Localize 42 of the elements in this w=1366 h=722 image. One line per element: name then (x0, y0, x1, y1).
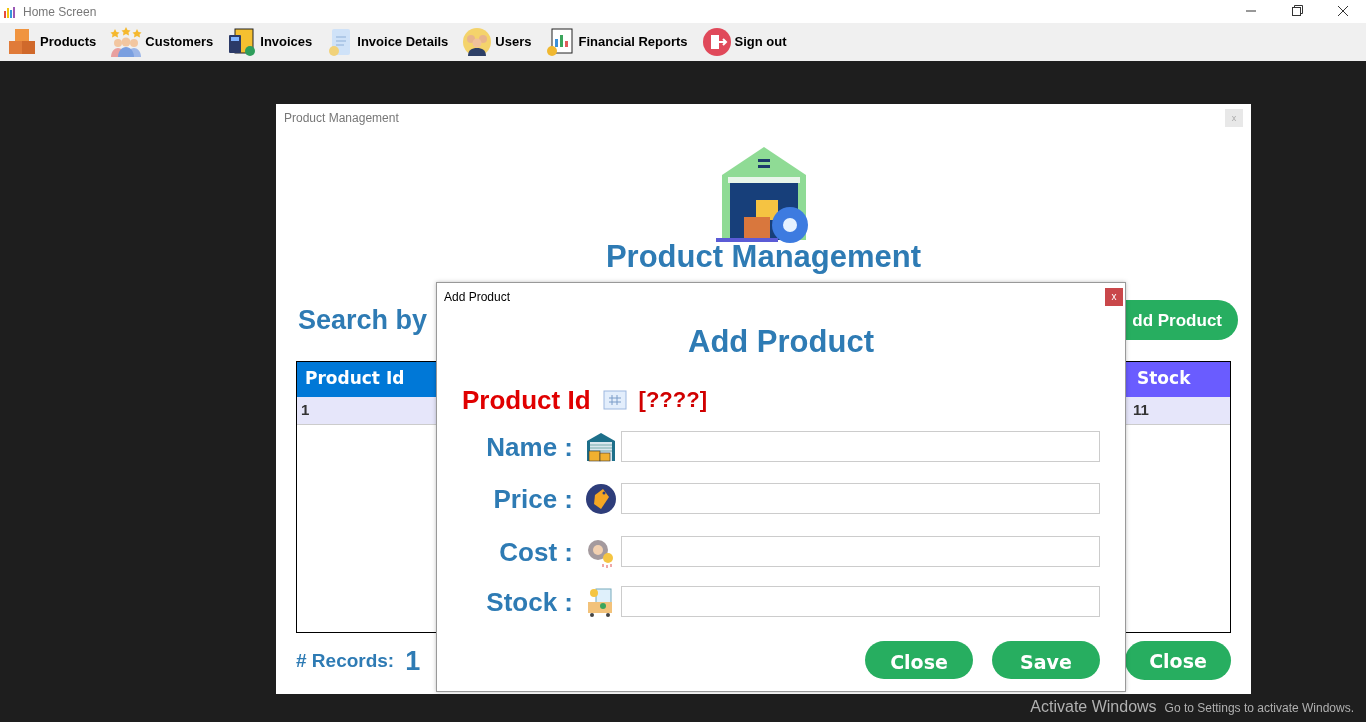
input-field[interactable] (621, 586, 1100, 617)
menu-item[interactable]: Sign out (701, 27, 787, 57)
column-header[interactable]: Product Id (297, 361, 437, 397)
dialog-heading: Add Product (688, 326, 874, 357)
input-field[interactable] (621, 431, 1100, 462)
app-icon (3, 4, 17, 19)
menu-item[interactable]: Financial Reports (545, 27, 688, 57)
activation-notice-title: Activate Windows (1030, 699, 1157, 715)
exit-button[interactable]: x (1105, 288, 1123, 306)
product-id-label: Product Id (462, 387, 591, 413)
menu-item[interactable]: Invoice Details (326, 27, 449, 57)
hash-icon (602, 390, 627, 410)
menu-item[interactable]: Invoices (227, 27, 313, 57)
dialog-title: Add Product (444, 289, 511, 306)
activation-notice-text: Go to Settings to activate Windows. (1164, 702, 1354, 714)
boxes-icon (7, 27, 37, 57)
storehouse-icon (585, 430, 617, 463)
search-label: Search by (298, 304, 428, 337)
invoice-icon (227, 27, 258, 57)
field-label: Name : (485, 433, 573, 460)
price-tag-icon (585, 482, 617, 515)
field-label: Price : (492, 485, 573, 512)
table-cell-text: 1 (300, 399, 311, 420)
sign-out-icon (701, 27, 732, 57)
records-count: 1 (405, 644, 421, 678)
menu-item[interactable]: Products (7, 27, 97, 57)
column-header[interactable]: Stock (1125, 361, 1230, 397)
people-stars-icon (110, 27, 143, 57)
records-label: # Records: (296, 648, 395, 673)
product-id-value: [????] (638, 389, 707, 411)
menu-item[interactable]: Customers (110, 27, 214, 57)
menu-item[interactable]: Users (462, 27, 532, 57)
users-icon (462, 27, 493, 57)
window-title: Product Management (284, 110, 399, 127)
input-field[interactable] (621, 536, 1100, 567)
input-field[interactable] (621, 483, 1100, 514)
window-heading: Product Management (605, 241, 922, 272)
report-chart-icon (545, 27, 576, 57)
table-cell-text: 11 (1132, 399, 1150, 420)
field-label: Stock : (485, 588, 573, 615)
window-title: Home Screen (23, 3, 97, 21)
field-label: Cost : (498, 538, 573, 565)
